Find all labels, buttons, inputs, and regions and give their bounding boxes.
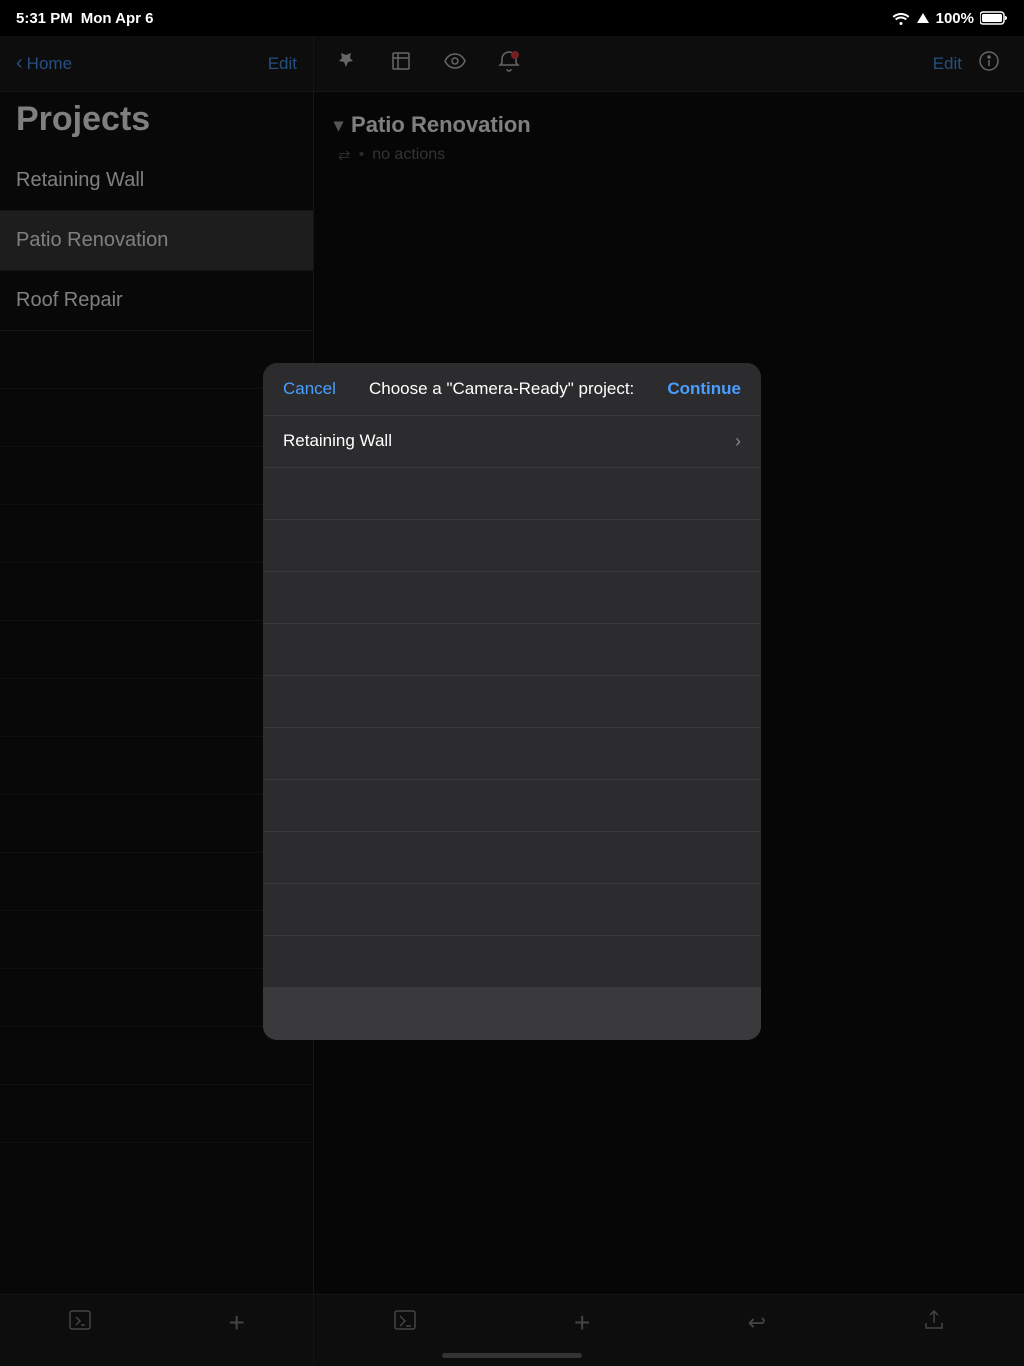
modal-empty-row bbox=[263, 676, 761, 728]
camera-ready-modal: Cancel Choose a "Camera-Ready" project: … bbox=[263, 363, 761, 1040]
modal-empty-row bbox=[263, 520, 761, 572]
modal-overlay: Cancel Choose a "Camera-Ready" project: … bbox=[0, 36, 1024, 1366]
signal-icon bbox=[916, 11, 930, 25]
modal-title: Choose a "Camera-Ready" project: bbox=[336, 379, 667, 399]
modal-empty-row bbox=[263, 884, 761, 936]
modal-empty-row bbox=[263, 468, 761, 520]
battery-icon bbox=[980, 11, 1008, 25]
modal-header: Cancel Choose a "Camera-Ready" project: … bbox=[263, 363, 761, 416]
status-bar: 5:31 PM Mon Apr 6 100% bbox=[0, 0, 1024, 36]
app-container: ‹ Home Edit Projects Retaining Wall Pati… bbox=[0, 36, 1024, 1366]
modal-footer bbox=[263, 988, 761, 1040]
status-bar-left: 5:31 PM Mon Apr 6 bbox=[16, 10, 153, 27]
chevron-right-icon: › bbox=[735, 431, 741, 452]
wifi-icon bbox=[892, 11, 910, 25]
modal-empty-row bbox=[263, 936, 761, 988]
status-time: 5:31 PM bbox=[16, 10, 73, 27]
modal-body: Retaining Wall › bbox=[263, 416, 761, 988]
status-bar-right: 100% bbox=[892, 10, 1008, 27]
modal-empty-row bbox=[263, 832, 761, 884]
modal-project-name: Retaining Wall bbox=[283, 431, 392, 451]
modal-empty-row bbox=[263, 572, 761, 624]
modal-cancel-button[interactable]: Cancel bbox=[283, 379, 336, 399]
modal-empty-row bbox=[263, 624, 761, 676]
modal-continue-button[interactable]: Continue bbox=[667, 379, 741, 399]
modal-empty-row bbox=[263, 780, 761, 832]
battery-percent: 100% bbox=[936, 10, 974, 27]
modal-empty-row bbox=[263, 728, 761, 780]
modal-selected-project-row[interactable]: Retaining Wall › bbox=[263, 416, 761, 468]
status-date: Mon Apr 6 bbox=[81, 10, 154, 27]
